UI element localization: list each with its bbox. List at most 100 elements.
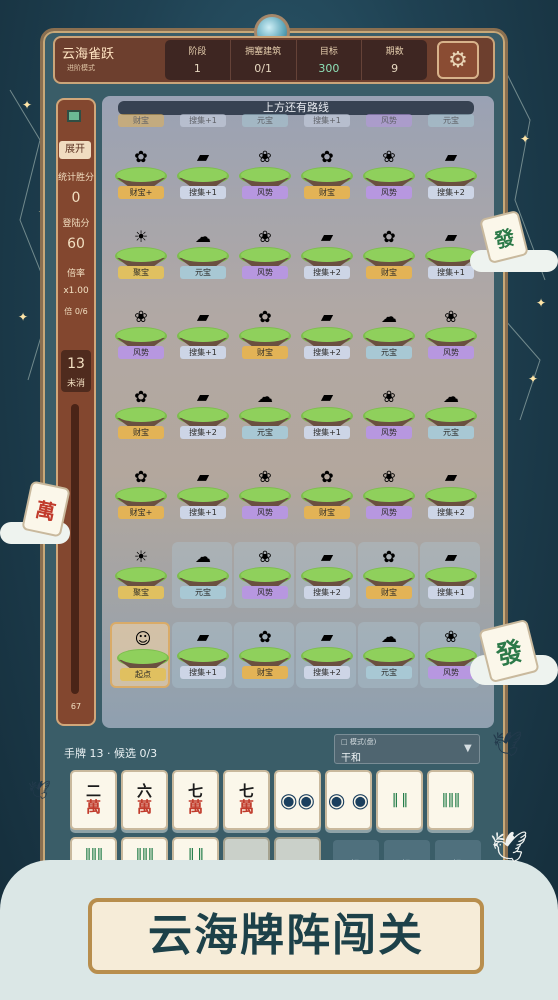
stats-panel: 阶段 1 拥塞建筑 0/1 目标 300 期数 9 (165, 40, 427, 80)
dropdown-value: 干和 (341, 753, 361, 764)
island-tile[interactable]: ☺ 起点 (110, 622, 170, 688)
island-tile[interactable]: ✿ 财宝 (358, 542, 418, 608)
island-label-top: 搜集+1 (296, 108, 356, 127)
island-tile[interactable]: ❀ 风势 (358, 142, 418, 208)
hand-label: 手牌 13 · 候选 0/3 (64, 747, 158, 760)
island-object-icon: ✿ (320, 146, 334, 166)
island-tile[interactable]: ▰ 搜集+1 (296, 382, 356, 448)
status-indicator-icon (67, 110, 81, 122)
remaining-value: 13 (67, 356, 85, 372)
mahjong-tile[interactable]: 二萬 (70, 770, 117, 830)
island-tile[interactable]: ✿ 财宝 (296, 142, 356, 208)
remaining-label: 未消 (66, 379, 85, 389)
island-tile[interactable]: ▰ 搜集+2 (296, 542, 356, 608)
island-tile[interactable]: ▰ 搜集+1 (172, 622, 232, 688)
island-tile[interactable]: ▰ 搜集+2 (296, 622, 356, 688)
island-tile[interactable]: ▰ 搜集+1 (172, 462, 232, 528)
island-tile[interactable]: ❀ 风势 (358, 462, 418, 528)
mahjong-tile[interactable]: ◉ ◉ (325, 770, 372, 830)
island-label: 风势 (428, 666, 474, 679)
island-label: 风势 (242, 266, 288, 279)
island-tile[interactable]: ☀ 聚宝 (110, 222, 170, 288)
stat-period: 期数 9 (385, 47, 404, 75)
chevron-down-icon[interactable]: ▼ (464, 743, 472, 754)
island-tile[interactable]: ▰ 搜集+1 (172, 302, 232, 368)
island-object-icon: ▰ (196, 146, 210, 166)
island-label: 元宝 (242, 426, 288, 439)
island-tile[interactable]: ❀ 风势 (358, 382, 418, 448)
island-object-icon: ✿ (134, 146, 148, 166)
island-tile[interactable]: ❀ 风势 (420, 302, 480, 368)
island-object-icon: ☁ (443, 386, 459, 406)
island-label: 元宝 (242, 114, 288, 127)
combo-counter: 倍 0/6 (64, 307, 88, 316)
island-tile[interactable]: ▰ 搜集+2 (172, 382, 232, 448)
mahjong-tile[interactable]: 六萬 (121, 770, 168, 830)
mahjong-tile[interactable]: 七萬 (223, 770, 270, 830)
island-tile[interactable]: ▰ 搜集+2 (296, 302, 356, 368)
mahjong-tile[interactable]: 七萬 (172, 770, 219, 830)
island-object-icon: ▰ (320, 226, 334, 246)
island-tile[interactable]: ☁ 元宝 (358, 302, 418, 368)
island-tile[interactable]: ☁ 元宝 (420, 382, 480, 448)
mahjong-tile[interactable]: ‖‖‖ (427, 770, 474, 830)
settings-button[interactable]: ⚙ (437, 41, 479, 79)
island-object-icon: ☺ (134, 628, 152, 648)
island-label: 搜集+2 (428, 506, 474, 519)
island-tile[interactable]: ☁ 元宝 (234, 382, 294, 448)
island-tile[interactable]: ✿ 财宝 (110, 382, 170, 448)
island-tile[interactable]: ▰ 搜集+1 (172, 142, 232, 208)
island-label: 财宝 (366, 586, 412, 599)
island-tile[interactable]: ✿ 财宝 (296, 462, 356, 528)
island-tile[interactable]: ☁ 元宝 (172, 222, 232, 288)
island-label: 搜集+2 (304, 666, 350, 679)
rate-value: x1.00 (63, 286, 89, 296)
progress-track (71, 404, 79, 694)
island-label: 搜集+1 (304, 114, 350, 127)
island-tile[interactable]: ✿ 财宝 (234, 622, 294, 688)
island-label: 聚宝 (118, 586, 164, 599)
island-label: 元宝 (428, 114, 474, 127)
expand-button[interactable]: 展开 (59, 141, 91, 159)
island-tile[interactable]: ❀ 风势 (234, 222, 294, 288)
island-object-icon: ☀ (133, 226, 149, 246)
island-label: 财宝+ (118, 186, 164, 199)
island-tile[interactable]: ▰ 搜集+2 (420, 142, 480, 208)
progress-bottom-label: 67 (70, 702, 82, 711)
mahjong-tile[interactable]: ‖ ‖ (376, 770, 423, 830)
stat-goal: 目标 300 (297, 40, 363, 80)
star-icon: ✦ (536, 296, 547, 310)
island-object-icon: ▰ (196, 306, 210, 326)
island-tile[interactable]: ❀ 风势 (234, 462, 294, 528)
island-tile[interactable]: ✿ 财宝+ (110, 462, 170, 528)
island-object-icon: ☁ (381, 626, 397, 646)
island-label: 搜集+1 (428, 586, 474, 599)
island-label: 搜集+1 (180, 666, 226, 679)
island-tile[interactable]: ▰ 搜集+2 (420, 462, 480, 528)
island-label: 元宝 (428, 426, 474, 439)
dropdown-label: □ 模式(盘) (341, 738, 377, 746)
island-tile[interactable]: ☁ 元宝 (358, 622, 418, 688)
island-tile[interactable]: ☁ 元宝 (172, 542, 232, 608)
star-icon: ✦ (520, 132, 531, 146)
island-tile[interactable]: ▰ 搜集+2 (296, 222, 356, 288)
island-label: 财宝 (118, 114, 164, 127)
island-tile[interactable]: ☀ 聚宝 (110, 542, 170, 608)
island-tile[interactable]: ❀ 风势 (420, 622, 480, 688)
mahjong-tile[interactable]: ◉◉ (274, 770, 321, 830)
island-label: 风势 (366, 506, 412, 519)
island-tile[interactable]: ❀ 风势 (234, 142, 294, 208)
total-score-label: 统计胜分 (57, 173, 94, 183)
island-tile[interactable]: ✿ 财宝+ (110, 142, 170, 208)
star-icon: ✦ (528, 372, 539, 386)
island-tile[interactable]: ✿ 财宝 (234, 302, 294, 368)
island-tile[interactable]: ❀ 风势 (234, 542, 294, 608)
island-tile[interactable]: ▰ 搜集+1 (420, 542, 480, 608)
island-object-icon: ❀ (382, 146, 396, 166)
island-label: 搜集+1 (180, 114, 226, 127)
island-label-top: 元宝 (234, 108, 294, 127)
island-tile[interactable]: ✿ 财宝 (358, 222, 418, 288)
island-tile[interactable]: ❀ 风势 (110, 302, 170, 368)
rate-label: 倍率 (66, 269, 85, 279)
island-label-top: 财宝 (110, 108, 170, 127)
